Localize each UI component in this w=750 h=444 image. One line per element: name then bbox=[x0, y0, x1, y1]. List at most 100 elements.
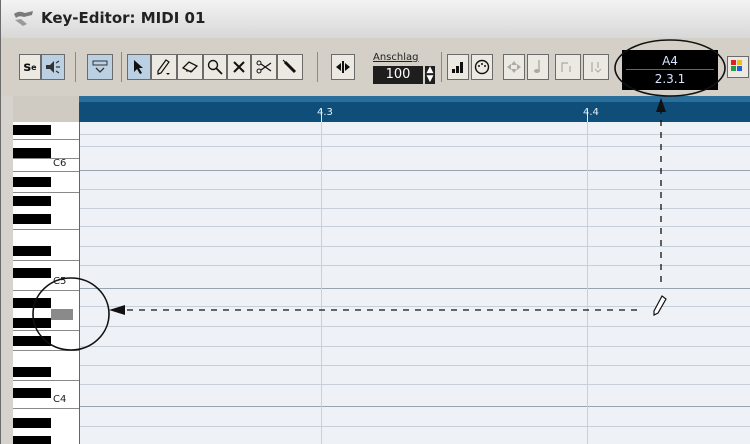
white-key-divider bbox=[13, 229, 79, 230]
insert-velocity-label: Anschlag bbox=[373, 52, 419, 63]
toolbar-separator bbox=[441, 52, 442, 82]
info-line-icon bbox=[92, 60, 108, 73]
acoustic-feedback-button[interactable] bbox=[41, 54, 65, 80]
ruler-label-4-4: 4.4 bbox=[583, 107, 599, 118]
black-key[interactable] bbox=[13, 367, 51, 377]
black-key[interactable] bbox=[13, 125, 51, 135]
info-line-button[interactable] bbox=[87, 54, 113, 80]
pitch-down-button[interactable] bbox=[583, 54, 609, 80]
magnifier-icon bbox=[207, 59, 223, 75]
object-selection-tool[interactable] bbox=[127, 54, 151, 80]
highlighted-key-a4 bbox=[51, 309, 73, 320]
black-key[interactable] bbox=[13, 246, 51, 256]
toolbar-separator bbox=[317, 52, 318, 82]
move-insert-button[interactable] bbox=[503, 54, 525, 80]
white-key-divider bbox=[13, 139, 79, 140]
pitch-up-button[interactable] bbox=[555, 54, 581, 80]
arrow-pointer-icon bbox=[134, 60, 143, 74]
grid-line bbox=[80, 189, 750, 190]
pitch-down-icon bbox=[591, 62, 602, 73]
keyboard-header bbox=[13, 96, 80, 122]
ruler-label-4-3: 4.3 bbox=[317, 107, 333, 118]
solo-label: s bbox=[23, 59, 32, 75]
key-editor-window: Key-Editor: MIDI 01 se Anschlag 100 ▲▼ bbox=[0, 0, 750, 444]
black-key[interactable] bbox=[13, 336, 51, 346]
white-key-divider bbox=[13, 158, 79, 159]
readout-divider bbox=[626, 69, 714, 70]
key-label-c5: C5 bbox=[53, 276, 67, 287]
toolbar-separator bbox=[75, 52, 76, 82]
bars-icon bbox=[452, 62, 463, 73]
black-key[interactable] bbox=[13, 298, 51, 308]
octave-line bbox=[80, 406, 750, 407]
piano-keyboard[interactable]: C6 C5 C4 bbox=[13, 122, 80, 444]
grid-line bbox=[80, 365, 750, 366]
scissors-icon bbox=[256, 60, 272, 74]
black-key[interactable] bbox=[13, 418, 51, 428]
white-key-divider bbox=[13, 171, 79, 172]
white-key-divider bbox=[13, 290, 79, 291]
black-key[interactable] bbox=[13, 177, 51, 187]
grid-line bbox=[80, 226, 750, 227]
white-key-divider bbox=[13, 330, 79, 331]
color-palette-icon bbox=[731, 60, 742, 71]
eraser-icon bbox=[181, 61, 199, 73]
white-key-divider bbox=[13, 192, 79, 193]
time-ruler[interactable]: 4.3 4.4 bbox=[79, 96, 750, 122]
mouse-time-readout: 2.3.1 bbox=[654, 72, 686, 86]
black-key[interactable] bbox=[13, 196, 51, 206]
key-label-c6: C6 bbox=[53, 158, 67, 169]
window-title: Key-Editor: MIDI 01 bbox=[41, 9, 206, 27]
insert-velocity-field[interactable]: 100 bbox=[373, 66, 423, 84]
white-key-divider bbox=[13, 380, 79, 381]
split-tool[interactable] bbox=[251, 54, 277, 80]
key-editor-icon bbox=[14, 11, 33, 26]
black-key[interactable] bbox=[13, 214, 51, 224]
grid-line bbox=[80, 265, 750, 266]
black-key[interactable] bbox=[13, 268, 51, 278]
mouse-position-display: A4 2.3.1 bbox=[622, 50, 718, 90]
note-button[interactable] bbox=[527, 54, 549, 80]
autoscroll-button[interactable] bbox=[331, 54, 355, 80]
color-menu-button[interactable] bbox=[727, 56, 749, 78]
grid-line bbox=[80, 146, 750, 147]
pencil-icon bbox=[157, 59, 170, 75]
zoom-tool[interactable] bbox=[203, 54, 227, 80]
midi-plug-icon bbox=[474, 59, 490, 75]
octave-line bbox=[80, 170, 750, 171]
step-input-button[interactable] bbox=[471, 54, 493, 80]
grid-line bbox=[80, 326, 750, 327]
grid-line bbox=[80, 426, 750, 427]
note-icon bbox=[534, 60, 540, 73]
black-key[interactable] bbox=[13, 148, 51, 158]
grid-line bbox=[80, 346, 750, 347]
beat-line bbox=[321, 122, 322, 444]
velocity-spinner[interactable]: ▲ ▼ bbox=[425, 66, 435, 84]
grid-line bbox=[80, 246, 750, 247]
white-key-divider bbox=[13, 350, 79, 351]
pitch-icon bbox=[561, 62, 571, 72]
draw-tool[interactable] bbox=[151, 54, 177, 80]
note-display-grid[interactable] bbox=[80, 122, 750, 444]
solo-button[interactable]: se bbox=[19, 54, 41, 80]
ruler-top-strip bbox=[79, 96, 750, 102]
mute-tool[interactable] bbox=[227, 54, 251, 80]
cross-icon bbox=[233, 61, 245, 73]
glue-tool[interactable] bbox=[277, 54, 303, 80]
glue-tube-icon bbox=[282, 59, 297, 74]
quantize-button[interactable] bbox=[447, 54, 469, 80]
key-label-c4: C4 bbox=[53, 394, 67, 405]
speaker-icon bbox=[46, 60, 60, 74]
octave-line bbox=[80, 288, 750, 289]
black-key[interactable] bbox=[13, 318, 51, 328]
autoscroll-icon bbox=[336, 61, 350, 73]
grid-line bbox=[80, 134, 750, 135]
title-bar: Key-Editor: MIDI 01 bbox=[1, 0, 750, 39]
erase-tool[interactable] bbox=[177, 54, 203, 80]
black-key[interactable] bbox=[13, 436, 51, 444]
toolbar-separator bbox=[121, 52, 122, 82]
black-key[interactable] bbox=[13, 388, 51, 398]
white-key-divider bbox=[13, 408, 79, 409]
mouse-pitch-readout: A4 bbox=[662, 54, 678, 68]
move-arrows-icon bbox=[507, 61, 521, 73]
